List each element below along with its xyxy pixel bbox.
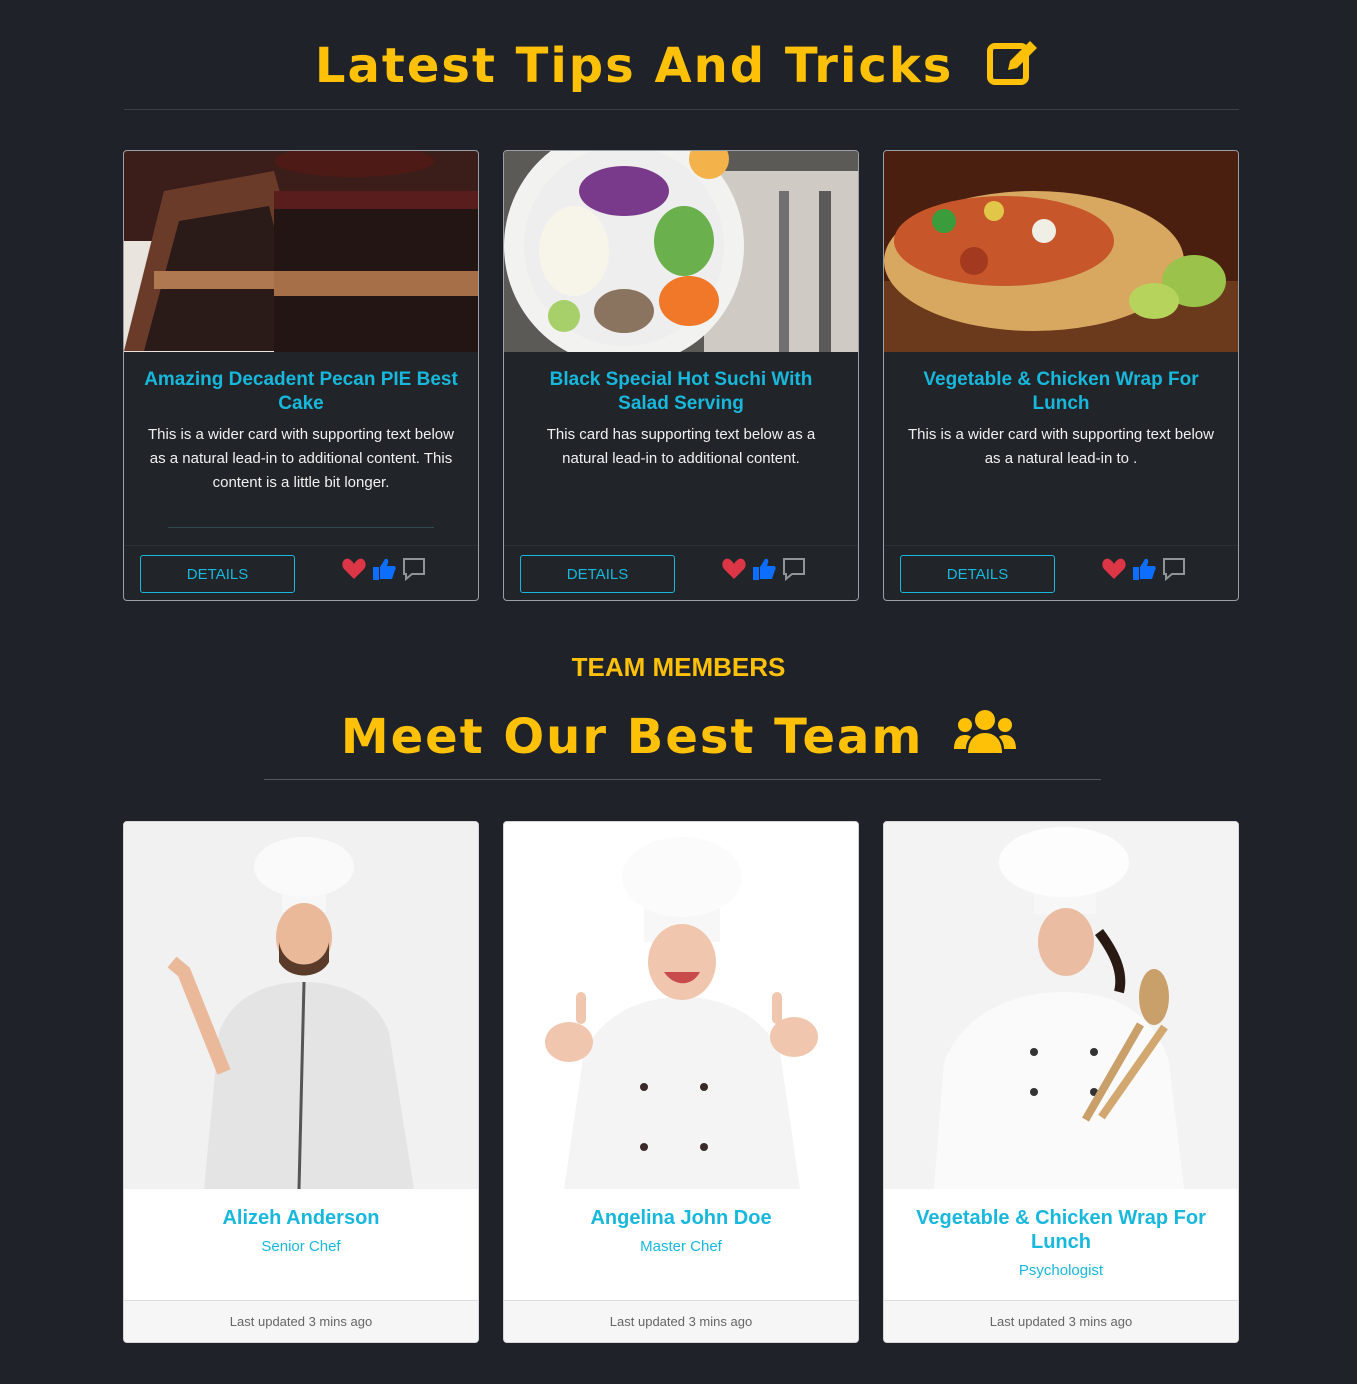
cake-image [124,151,478,352]
tip-text: This card has supporting text below as a… [546,426,816,467]
chef-photo [124,822,478,1189]
tip-text: This is a wider card with supporting tex… [148,426,454,491]
thumbs-up-icon[interactable] [751,556,777,582]
tip-card: Vegetable & Chicken Wrap For Lunch This … [883,150,1239,601]
team-card: Alizeh Anderson Senior Chef Last updated… [123,821,479,1343]
team-heading: Meet Our Best Team [0,706,1357,768]
last-updated: Last updated 3 mins ago [124,1300,478,1342]
comment-icon[interactable] [401,556,427,582]
member-role: Master Chef [640,1238,722,1255]
sushi-salad-image [504,151,858,352]
tip-card: Black Special Hot Suchi With Salad Servi… [503,150,859,601]
heart-icon[interactable] [341,556,367,582]
users-icon [954,710,1017,753]
team-divider [264,779,1101,780]
chicken-wrap-image [884,151,1238,352]
comment-icon[interactable] [1161,556,1187,582]
tip-footer: DETAILS [504,545,858,600]
last-updated: Last updated 3 mins ago [884,1300,1238,1342]
team-card: Vegetable & Chicken Wrap For Lunch Psych… [883,821,1239,1343]
heart-icon[interactable] [721,556,747,582]
tip-card: Amazing Decadent Pecan PIE Best Cake Thi… [123,150,479,601]
thumbs-up-icon[interactable] [371,556,397,582]
comment-icon[interactable] [781,556,807,582]
edit-icon [987,41,1038,85]
tip-footer: DETAILS [124,545,478,600]
tip-title[interactable]: Vegetable & Chicken Wrap For Lunch [904,368,1218,416]
chef-photo [504,822,858,1189]
member-name[interactable]: Vegetable & Chicken Wrap For Lunch [904,1206,1218,1254]
team-eyebrow: TEAM MEMBERS [571,652,786,682]
details-button[interactable]: DETAILS [900,555,1055,593]
thumbs-up-icon[interactable] [1131,556,1157,582]
tip-title[interactable]: Black Special Hot Suchi With Salad Servi… [524,368,838,416]
heart-icon[interactable] [1101,556,1127,582]
tips-heading-text: Latest Tips And Tricks [314,38,954,94]
member-name[interactable]: Alizeh Anderson [144,1206,458,1230]
tip-footer: DETAILS [884,545,1238,600]
chef-photo [884,822,1238,1189]
member-name[interactable]: Angelina John Doe [524,1206,838,1230]
tip-text: This is a wider card with supporting tex… [908,426,1214,467]
last-updated: Last updated 3 mins ago [504,1300,858,1342]
tips-divider [124,109,1239,110]
tip-title[interactable]: Amazing Decadent Pecan PIE Best Cake [144,368,458,416]
member-role: Senior Chef [261,1238,341,1255]
team-heading-text: Meet Our Best Team [340,709,924,765]
tip-separator [168,527,434,528]
details-button[interactable]: DETAILS [140,555,295,593]
details-button[interactable]: DETAILS [520,555,675,593]
member-role: Psychologist [1018,1262,1104,1279]
team-card: Angelina John Doe Master Chef Last updat… [503,821,859,1343]
tips-heading: Latest Tips And Tricks [0,36,1357,96]
